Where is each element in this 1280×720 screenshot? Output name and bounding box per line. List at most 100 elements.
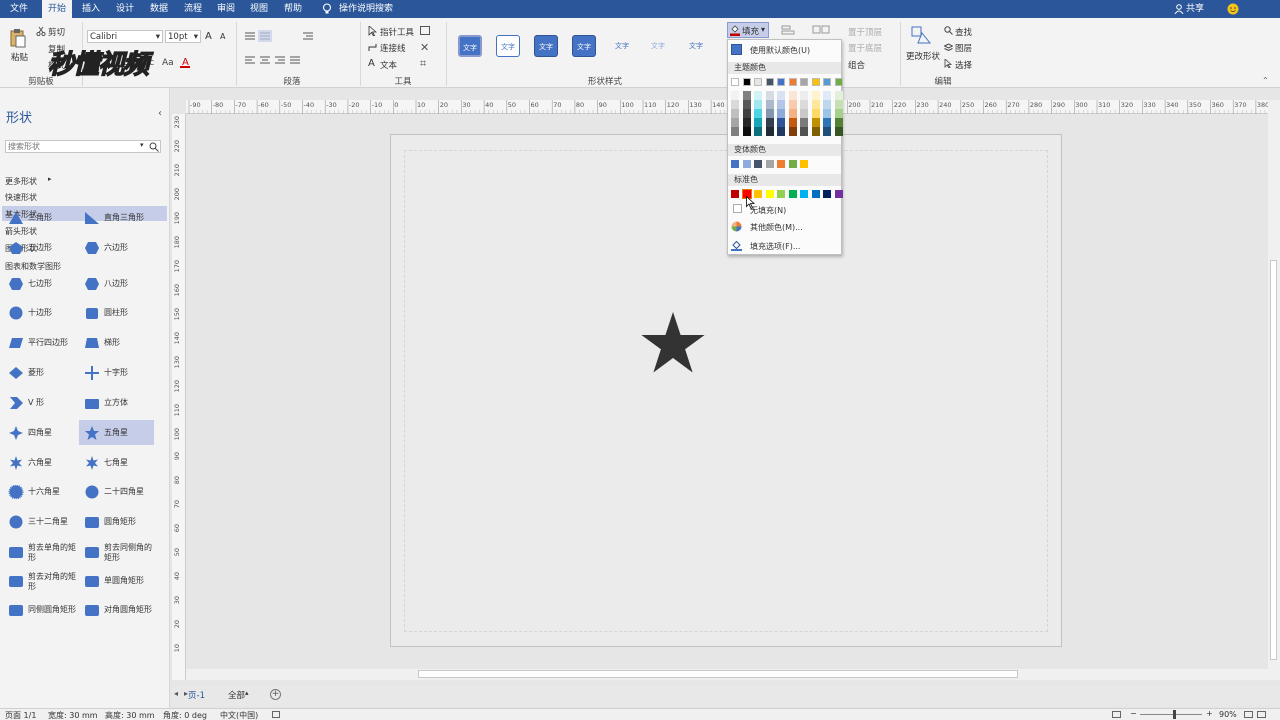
theme-shade-swatch[interactable] [811, 109, 820, 118]
theme-color-swatch[interactable] [788, 78, 797, 86]
theme-shade-swatch[interactable] [788, 91, 797, 100]
pointer-tool-button[interactable]: 指针工具 [380, 26, 414, 38]
theme-shade-swatch[interactable] [788, 109, 797, 118]
shape-style-6[interactable]: 文字 [684, 35, 708, 57]
font-name-select[interactable]: Calibri ▾ [87, 30, 163, 43]
shape-item-label[interactable]: 十字形 [104, 368, 159, 378]
menu-tab-4[interactable]: 数据 [144, 0, 174, 18]
change-shape-icon[interactable] [910, 25, 932, 45]
full-screen-icon[interactable] [1244, 711, 1253, 718]
menu-tab-0[interactable]: 文件 [4, 0, 34, 18]
shape-cyl-icon[interactable] [84, 306, 100, 320]
theme-shade-swatch[interactable] [834, 100, 843, 109]
shape-style-3[interactable]: 文字 [572, 35, 596, 57]
share-button[interactable]: 共享 [1186, 0, 1204, 18]
vertical-scrollbar[interactable] [1268, 100, 1280, 680]
page-tab[interactable]: 页-1 [188, 689, 205, 701]
theme-color-swatch[interactable] [823, 78, 831, 86]
menu-tab-1[interactable]: 开始 [42, 0, 72, 18]
shape-item-label[interactable]: 七边形 [28, 279, 83, 289]
theme-color-swatch[interactable] [811, 78, 820, 86]
menu-tab-7[interactable]: 视图 [244, 0, 274, 18]
theme-shade-swatch[interactable] [834, 118, 843, 127]
shape-style-4[interactable]: 文字 [610, 35, 634, 57]
collapse-panel-icon[interactable]: ‹ [158, 108, 162, 119]
shape-dia-icon[interactable] [8, 366, 24, 380]
theme-color-swatch[interactable] [765, 78, 774, 86]
theme-shade-swatch[interactable] [765, 91, 774, 100]
shape-item-label[interactable]: 单圆角矩形 [104, 576, 159, 586]
shape-rrect-icon[interactable] [84, 545, 100, 559]
align-icon[interactable] [781, 25, 795, 35]
shape-item-label[interactable]: 六边形 [104, 243, 159, 253]
shape-item-label[interactable]: 圆角矩形 [104, 517, 159, 527]
variant-color-swatch[interactable] [731, 160, 739, 168]
theme-shade-swatch[interactable] [731, 118, 739, 127]
shape-star5-icon[interactable] [84, 426, 100, 440]
theme-shade-swatch[interactable] [788, 127, 797, 136]
group-button[interactable]: 组合 [848, 59, 865, 71]
prev-page-icon[interactable]: ◂ [174, 689, 178, 698]
layers-button[interactable]: 图层 [955, 42, 972, 54]
horizontal-scroll-thumb[interactable] [418, 670, 1018, 678]
theme-shade-swatch[interactable] [777, 127, 785, 136]
shape-cross-icon[interactable] [84, 366, 100, 380]
theme-shade-swatch[interactable] [800, 100, 808, 109]
theme-shade-swatch[interactable] [788, 100, 797, 109]
paste-button[interactable]: 粘贴 [11, 51, 28, 63]
shape-item-label[interactable]: 八边形 [104, 279, 159, 289]
shape-tri-icon[interactable] [8, 211, 24, 225]
five-point-star-shape[interactable] [640, 311, 706, 377]
shape-item-label[interactable]: 剪去同侧角的矩形 [104, 543, 159, 563]
font-size-select[interactable]: 10pt ▾ [165, 30, 201, 43]
variant-color-swatch[interactable] [777, 160, 785, 168]
use-default-color-item[interactable]: 使用默认颜色(U) [750, 45, 810, 56]
menu-tab-2[interactable]: 插入 [76, 0, 106, 18]
theme-shade-swatch[interactable] [754, 109, 762, 118]
theme-shade-swatch[interactable] [823, 100, 831, 109]
switch-windows-icon[interactable] [1257, 711, 1266, 718]
shape-hex-icon[interactable] [84, 241, 100, 255]
theme-shade-swatch[interactable] [742, 100, 751, 109]
theme-shade-swatch[interactable] [800, 109, 808, 118]
shape-category-1[interactable]: 快速形状 [5, 192, 37, 203]
shape-rrect-icon[interactable] [84, 515, 100, 529]
shape-item-label[interactable]: 立方体 [104, 398, 159, 408]
shape-pent-icon[interactable] [8, 241, 24, 255]
theme-shade-swatch[interactable] [823, 109, 831, 118]
paragraph-align-icons[interactable] [243, 30, 318, 70]
theme-shade-swatch[interactable] [754, 127, 762, 136]
theme-shade-swatch[interactable] [834, 109, 843, 118]
rectangle-icon[interactable] [420, 26, 430, 35]
shape-item-label[interactable]: 五角星 [104, 428, 159, 438]
shape-item-label[interactable]: 梯形 [104, 338, 159, 348]
theme-shade-swatch[interactable] [777, 118, 785, 127]
theme-shade-swatch[interactable] [731, 100, 739, 109]
crop-icon[interactable]: ⌗ [420, 57, 426, 71]
theme-shade-swatch[interactable] [834, 127, 843, 136]
standard-color-swatch[interactable] [788, 190, 797, 198]
grow-font-button[interactable]: A [205, 31, 212, 42]
shape-item-label[interactable]: 直角三角形 [104, 213, 159, 223]
shape-style-0[interactable]: 文字 [458, 35, 482, 57]
add-page-icon[interactable]: + [270, 689, 281, 700]
shape-item-label[interactable]: 六角星 [28, 458, 83, 468]
theme-shade-swatch[interactable] [765, 100, 774, 109]
theme-shade-swatch[interactable] [811, 118, 820, 127]
theme-shade-swatch[interactable] [777, 91, 785, 100]
shape-star6-icon[interactable] [84, 456, 100, 470]
shape-rrect-icon[interactable] [8, 574, 24, 588]
menu-tab-3[interactable]: 设计 [110, 0, 140, 18]
theme-color-swatch[interactable] [754, 78, 762, 86]
standard-color-swatch[interactable] [800, 190, 808, 198]
theme-shade-swatch[interactable] [742, 118, 751, 127]
variant-color-swatch[interactable] [788, 160, 797, 168]
zoom-slider[interactable] [1140, 714, 1202, 715]
zoom-level[interactable]: 90% [1219, 710, 1237, 719]
fill-button[interactable]: 填充 ▾ [727, 22, 769, 38]
fill-options-item[interactable]: 填充选项(F)... [750, 241, 800, 252]
theme-shade-swatch[interactable] [731, 109, 739, 118]
shape-item-label[interactable]: 四角星 [28, 428, 83, 438]
variant-color-swatch[interactable] [754, 160, 762, 168]
theme-shade-swatch[interactable] [765, 109, 774, 118]
